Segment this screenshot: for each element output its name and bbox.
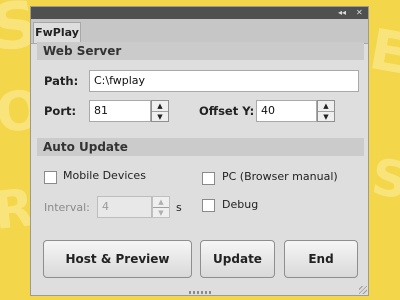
fwplay-panel: ◂◂ ✕ FwPlay Web Server Path: C:\fwplay P… [30, 6, 369, 296]
path-field[interactable]: C:\fwplay [89, 70, 359, 92]
pc-browser-label: PC (Browser manual) [222, 170, 338, 183]
path-label: Path: [44, 74, 79, 88]
spin-up-icon[interactable]: ▲ [153, 197, 169, 208]
offset-y-field[interactable]: 40 [256, 100, 317, 122]
resize-grip-icon[interactable] [359, 286, 367, 294]
host-preview-button[interactable]: Host & Preview [43, 240, 192, 278]
port-field[interactable]: 81 [89, 100, 151, 122]
tab-bar: FwPlay [31, 19, 368, 44]
spin-down-icon[interactable]: ▼ [318, 112, 334, 122]
bottom-grip-handle[interactable] [189, 291, 213, 294]
mobile-devices-label: Mobile Devices [63, 169, 146, 182]
interval-stepper[interactable]: ▲ ▼ [152, 196, 170, 218]
pc-browser-checkbox[interactable] [202, 172, 215, 185]
port-label: Port: [44, 104, 77, 118]
spin-down-icon[interactable]: ▼ [152, 112, 168, 122]
port-stepper[interactable]: ▲ ▼ [151, 100, 169, 122]
interval-label: Interval: [44, 201, 90, 214]
background-lettering: S [368, 147, 400, 211]
panel-titlebar: ◂◂ ✕ [31, 7, 368, 19]
background-lettering: E [364, 17, 400, 88]
collapse-icon[interactable]: ◂◂ [338, 7, 346, 19]
update-button[interactable]: Update [200, 240, 275, 278]
debug-label: Debug [222, 198, 259, 211]
debug-checkbox[interactable] [202, 199, 215, 212]
web-server-header: Web Server [37, 42, 364, 60]
auto-update-header: Auto Update [37, 138, 364, 156]
spin-up-icon[interactable]: ▲ [152, 101, 168, 112]
spin-up-icon[interactable]: ▲ [318, 101, 334, 112]
interval-unit: s [176, 201, 182, 214]
close-icon[interactable]: ✕ [356, 7, 363, 19]
offset-y-label: Offset Y: [199, 104, 255, 118]
mobile-devices-checkbox[interactable] [44, 171, 57, 184]
offset-y-stepper[interactable]: ▲ ▼ [317, 100, 335, 122]
interval-field[interactable]: 4 [97, 196, 152, 218]
spin-down-icon[interactable]: ▼ [153, 208, 169, 218]
end-button[interactable]: End [284, 240, 358, 278]
tab-fwplay[interactable]: FwPlay [33, 22, 81, 43]
